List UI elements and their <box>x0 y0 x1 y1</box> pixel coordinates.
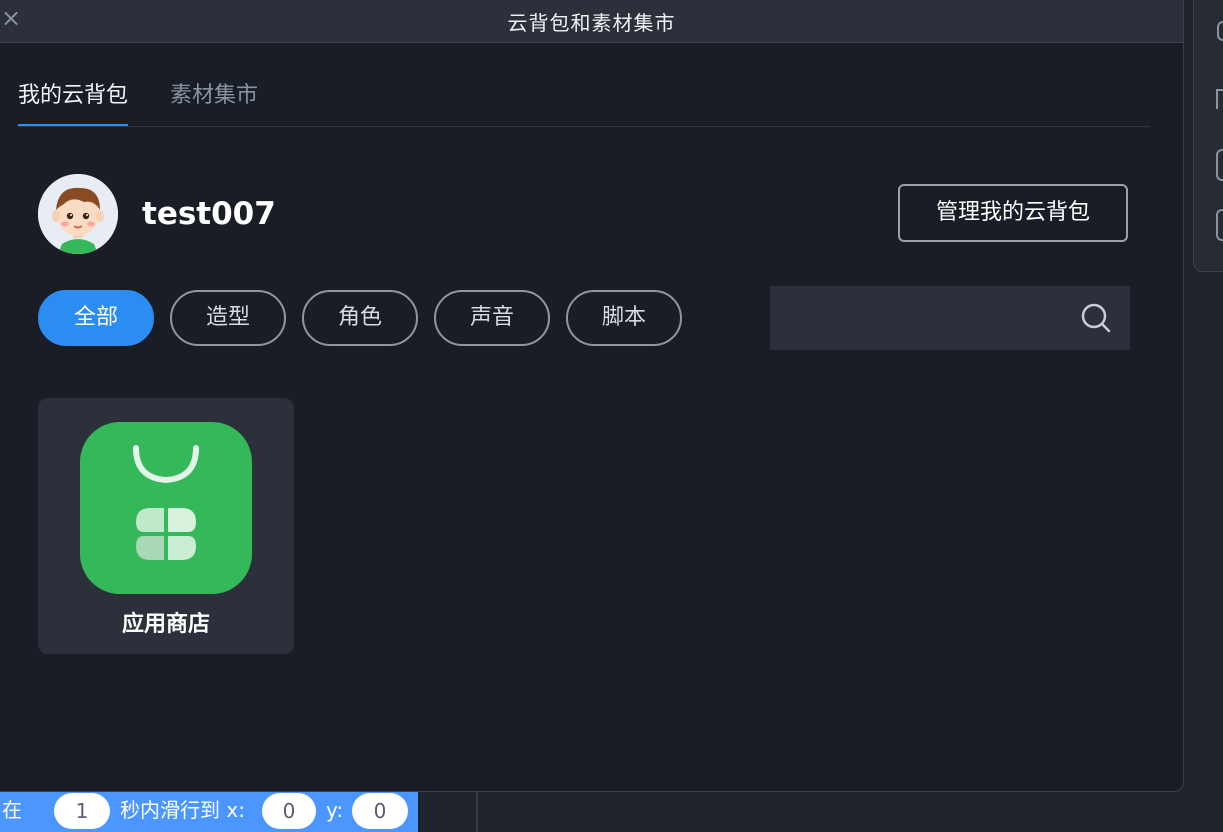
modal-title: 云背包和素材集市 <box>507 11 676 35</box>
block-prefix-text: 在 <box>2 798 22 822</box>
workspace-divider <box>418 792 478 832</box>
seconds-input[interactable]: 1 <box>54 793 110 829</box>
manage-cloud-backpack-button[interactable]: 管理我的云背包 <box>898 184 1128 242</box>
modal-header: × 云背包和素材集市 <box>0 0 1183 43</box>
search-input[interactable] <box>782 298 1076 340</box>
block-y-label: y: <box>326 798 344 822</box>
x-input[interactable]: 0 <box>262 793 316 829</box>
workspace-grid <box>480 795 1220 797</box>
filter-script[interactable]: 脚本 <box>566 290 682 346</box>
panel-bracket-icon <box>1216 209 1223 241</box>
avatar <box>38 174 118 254</box>
panel-bracket-icon <box>1216 149 1223 181</box>
filter-costume[interactable]: 造型 <box>170 290 286 346</box>
tab-bar: 我的云背包 素材集市 <box>18 78 1150 127</box>
cloud-backpack-modal: × 云背包和素材集市 我的云背包 素材集市 test007 管理我的云背包 全部… <box>0 0 1184 792</box>
panel-glyph-icon <box>1216 89 1223 109</box>
search-icon[interactable] <box>1080 302 1112 334</box>
search-box <box>770 286 1130 350</box>
tab-material-market[interactable]: 素材集市 <box>170 78 258 124</box>
username: test007 <box>142 196 276 232</box>
glide-block[interactable]: 在 1 秒内滑行到 x: 0 y: 0 <box>0 792 418 832</box>
backpack-item-card[interactable]: 应用商店 <box>38 398 294 654</box>
filter-sprite[interactable]: 角色 <box>302 290 418 346</box>
side-panel <box>1193 0 1223 272</box>
item-label: 应用商店 <box>121 612 210 637</box>
panel-glyph-icon <box>1217 21 1223 41</box>
y-input[interactable]: 0 <box>352 793 408 829</box>
filter-sound[interactable]: 声音 <box>434 290 550 346</box>
tab-my-cloud-backpack[interactable]: 我的云背包 <box>18 78 129 126</box>
app-store-bag-icon <box>80 422 252 594</box>
boy-avatar-icon <box>38 174 118 254</box>
filter-all[interactable]: 全部 <box>38 290 154 346</box>
block-middle-text: 秒内滑行到 x: <box>120 798 245 822</box>
